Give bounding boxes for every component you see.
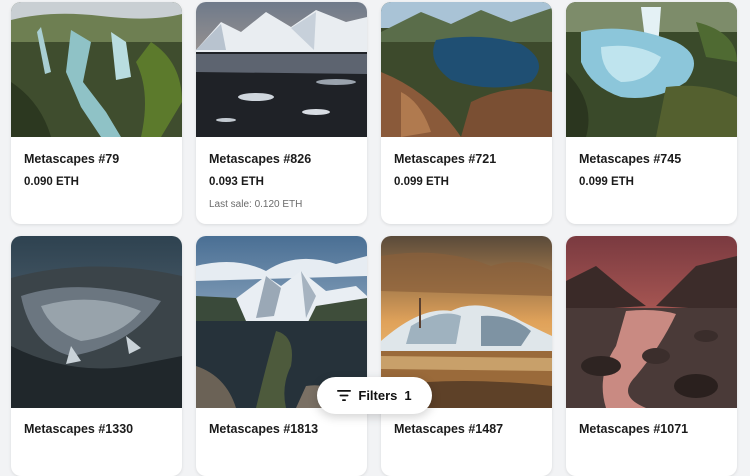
filters-label: Filters (358, 388, 398, 403)
filters-button[interactable]: Filters 1 (317, 377, 432, 414)
nft-image[interactable] (11, 2, 182, 137)
nft-name: Metascapes #1330 (24, 422, 134, 436)
nft-price: 0.093 ETH (209, 176, 264, 188)
nft-image[interactable] (566, 236, 737, 408)
nft-price: 0.099 ETH (579, 176, 634, 188)
nft-card[interactable]: Metascapes #79 0.090 ETH (11, 2, 182, 224)
nft-card[interactable]: Metascapes #1813 (196, 236, 367, 476)
nft-grid: Metascapes #79 0.090 ETH Metascapes #826… (0, 0, 750, 476)
nft-name: Metascapes #721 (394, 152, 497, 166)
nft-card[interactable]: Metascapes #1487 (381, 236, 552, 476)
nft-name: Metascapes #1071 (579, 422, 689, 436)
nft-card[interactable]: Metascapes #721 0.099 ETH (381, 2, 552, 224)
nft-image[interactable] (566, 2, 737, 137)
filter-icon (337, 390, 352, 401)
nft-image[interactable] (196, 2, 367, 137)
nft-card[interactable]: Metascapes #1071 (566, 236, 737, 476)
nft-price: 0.090 ETH (24, 176, 79, 188)
nft-image[interactable] (381, 2, 552, 137)
nft-name: Metascapes #745 (579, 152, 682, 166)
nft-card[interactable]: Metascapes #826 0.093 ETH Last sale: 0.1… (196, 2, 367, 224)
nft-card[interactable]: Metascapes #745 0.099 ETH (566, 2, 737, 224)
filters-count: 1 (404, 388, 412, 403)
nft-name: Metascapes #1487 (394, 422, 504, 436)
nft-name: Metascapes #826 (209, 152, 312, 166)
nft-name: Metascapes #1813 (209, 422, 319, 436)
nft-name: Metascapes #79 (24, 152, 120, 166)
nft-price: 0.099 ETH (394, 176, 449, 188)
nft-last-sale: Last sale: 0.120 ETH (209, 199, 303, 210)
nft-image[interactable] (11, 236, 182, 408)
nft-card[interactable]: Metascapes #1330 (11, 236, 182, 476)
